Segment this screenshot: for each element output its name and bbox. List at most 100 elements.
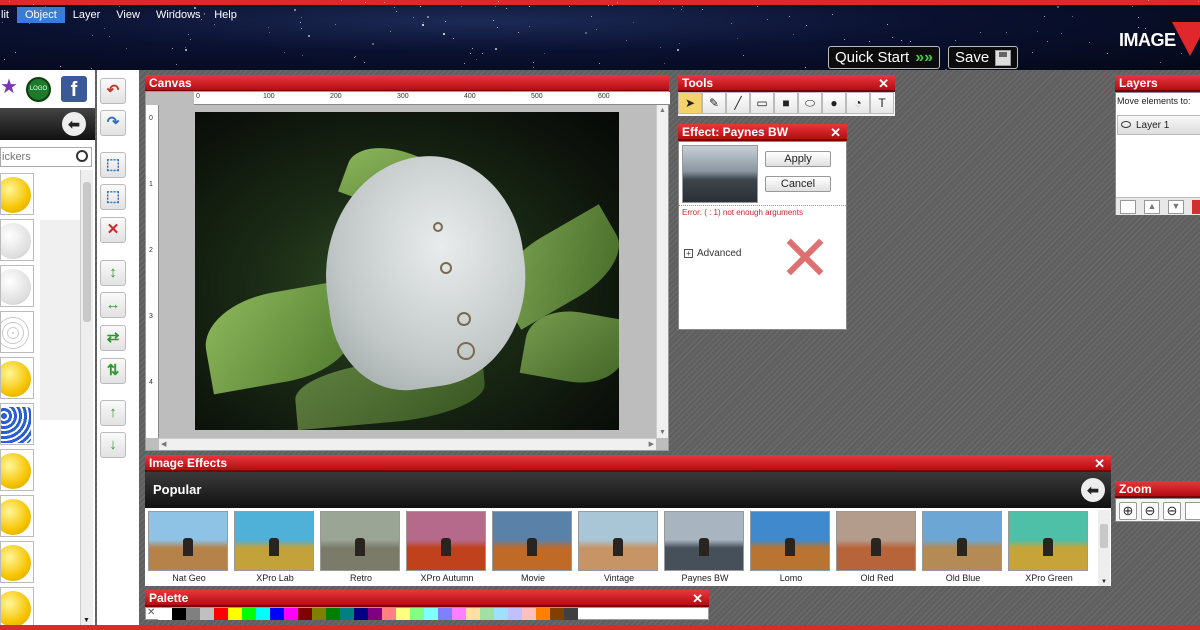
scroll-down-icon[interactable]: ▼: [83, 617, 90, 624]
zoom-fit-icon[interactable]: ⊖: [1163, 502, 1181, 520]
palette-swatch[interactable]: [284, 608, 298, 620]
scroll-up-icon[interactable]: ▲: [659, 107, 666, 114]
sticker-item[interactable]: [0, 357, 34, 399]
rectangle-icon[interactable]: ▭: [750, 92, 774, 114]
effect-thumbnail[interactable]: Paynes BW: [664, 511, 746, 586]
scroll-down-icon[interactable]: ▼: [659, 429, 666, 436]
logo-sticker-icon[interactable]: LOGO: [26, 77, 51, 102]
flip-vertical-icon[interactable]: ↕: [100, 260, 126, 286]
mirror-icon[interactable]: ⇄: [100, 325, 126, 351]
palette-swatch[interactable]: [438, 608, 452, 620]
no-color-icon[interactable]: ✕: [147, 607, 155, 618]
palette-swatch[interactable]: [312, 608, 326, 620]
undo-icon[interactable]: ↶: [100, 78, 126, 104]
move-up-icon[interactable]: ▲: [1144, 200, 1160, 214]
palette-swatch[interactable]: [466, 608, 480, 620]
palette-swatch[interactable]: [508, 608, 522, 620]
cancel-button[interactable]: Cancel: [765, 176, 831, 192]
effect-thumbnail[interactable]: Nat Geo: [148, 511, 230, 586]
palette-swatch[interactable]: [200, 608, 214, 620]
sticker-item[interactable]: [0, 541, 34, 583]
line-icon[interactable]: ╱: [726, 92, 750, 114]
sticker-search-input[interactable]: [1, 148, 71, 166]
facebook-icon[interactable]: f: [61, 76, 87, 102]
send-backward-icon[interactable]: ↓: [100, 432, 126, 458]
circle-icon[interactable]: ●: [822, 92, 846, 114]
palette-swatch[interactable]: [494, 608, 508, 620]
save-button[interactable]: Save: [948, 46, 1018, 69]
palette-swatch[interactable]: [564, 608, 578, 620]
palette-swatch[interactable]: [326, 608, 340, 620]
scroll-left-icon[interactable]: ◀: [161, 440, 166, 448]
palette-swatch[interactable]: [410, 608, 424, 620]
effect-thumbnail[interactable]: Retro: [320, 511, 402, 586]
sticker-item[interactable]: [0, 449, 34, 491]
palette-swatch[interactable]: [186, 608, 200, 620]
palette-swatch[interactable]: [536, 608, 550, 620]
sticker-item[interactable]: [0, 265, 34, 307]
palette-swatch[interactable]: [452, 608, 466, 620]
zoom-out-icon[interactable]: ⊖: [1141, 502, 1159, 520]
palette-swatch[interactable]: [158, 608, 172, 620]
quick-start-button[interactable]: Quick Start »»: [828, 46, 940, 69]
advanced-toggle[interactable]: + Advanced: [684, 248, 741, 259]
scroll-down-icon[interactable]: ▼: [1101, 579, 1107, 585]
effect-thumbnail[interactable]: XPro Lab: [234, 511, 316, 586]
effect-thumbnail[interactable]: Vintage: [578, 511, 660, 586]
pointer-icon[interactable]: ➤: [678, 92, 702, 114]
move-down-icon[interactable]: ▼: [1168, 200, 1184, 214]
close-icon[interactable]: ✕: [1094, 455, 1105, 472]
deselect-icon[interactable]: ⬚: [100, 184, 126, 210]
menu-layer[interactable]: Layer: [65, 7, 109, 23]
scroll-right-icon[interactable]: ▶: [649, 440, 654, 448]
effects-scrollbar[interactable]: ▼: [1098, 510, 1110, 586]
shape-icon[interactable]: ◔: [846, 92, 870, 114]
scroll-thumb[interactable]: [1100, 524, 1108, 548]
layer-row[interactable]: Layer 1: [1117, 115, 1200, 135]
sticker-item[interactable]: [0, 495, 34, 537]
eye-icon[interactable]: [1121, 121, 1131, 128]
close-icon[interactable]: ✕: [692, 590, 703, 607]
palette-swatch[interactable]: [382, 608, 396, 620]
palette-swatch[interactable]: [298, 608, 312, 620]
scroll-thumb[interactable]: [83, 182, 91, 322]
palette-swatch[interactable]: [270, 608, 284, 620]
menu-object[interactable]: Object: [16, 7, 65, 23]
menu-help[interactable]: Help: [206, 7, 245, 23]
sticker-item[interactable]: [0, 311, 34, 353]
palette-swatch[interactable]: [424, 608, 438, 620]
sticker-scrollbar[interactable]: ▼: [80, 170, 93, 626]
effect-thumbnail[interactable]: XPro Autumn: [406, 511, 488, 586]
flip-horizontal-icon[interactable]: ↔: [100, 292, 126, 318]
new-layer-icon[interactable]: [1120, 200, 1136, 214]
sticker-item[interactable]: [0, 403, 34, 445]
ellipse-icon[interactable]: ⬭: [798, 92, 822, 114]
rotate-icon[interactable]: ⇅: [100, 358, 126, 384]
delete-layer-icon[interactable]: [1192, 200, 1200, 214]
text-icon[interactable]: T: [870, 92, 894, 114]
palette-swatch[interactable]: [550, 608, 564, 620]
palette-swatch[interactable]: [480, 608, 494, 620]
effect-thumbnail[interactable]: Lomo: [750, 511, 832, 586]
sticker-item[interactable]: [0, 173, 34, 215]
filled-rectangle-icon[interactable]: ■: [774, 92, 798, 114]
menu-windows[interactable]: Windows: [148, 7, 203, 23]
effect-thumbnail[interactable]: XPro Green: [1008, 511, 1090, 586]
pencil-icon[interactable]: ✎: [702, 92, 726, 114]
effect-thumbnail[interactable]: Old Red: [836, 511, 918, 586]
palette-swatch[interactable]: [242, 608, 256, 620]
back-arrow-button[interactable]: ⬅: [1081, 478, 1105, 502]
palette-swatch[interactable]: [368, 608, 382, 620]
effect-thumbnail[interactable]: Old Blue: [922, 511, 1004, 586]
palette-swatch[interactable]: [340, 608, 354, 620]
palette-swatch[interactable]: [256, 608, 270, 620]
sticker-item[interactable]: [0, 219, 34, 261]
menu-edit[interactable]: lit: [0, 7, 17, 23]
close-icon[interactable]: ✕: [878, 75, 889, 92]
butterfly-photo[interactable]: [195, 112, 619, 430]
redo-icon[interactable]: ↷: [100, 110, 126, 136]
zoom-actual-icon[interactable]: [1185, 502, 1200, 520]
canvas-hscrollbar[interactable]: ◀ ▶: [159, 438, 656, 450]
palette-swatch[interactable]: [228, 608, 242, 620]
apply-button[interactable]: Apply: [765, 151, 831, 167]
